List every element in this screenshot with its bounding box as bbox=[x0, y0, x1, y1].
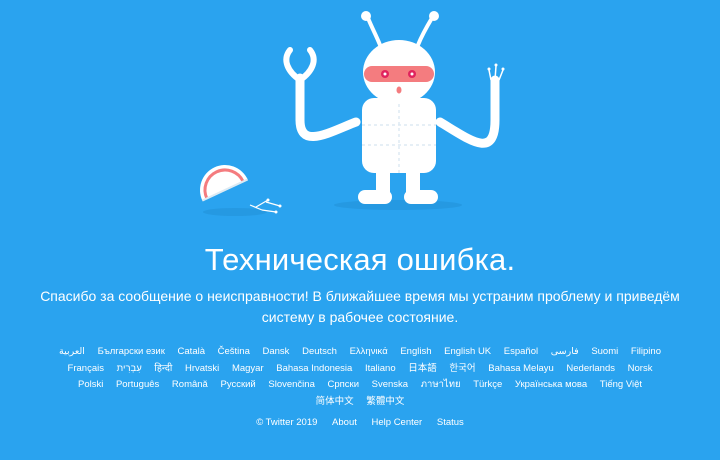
language-link-german[interactable]: Deutsch bbox=[302, 346, 337, 357]
error-message: Спасибо за сообщение о неисправности! В … bbox=[0, 286, 720, 328]
language-link-korean[interactable]: 한국어 bbox=[449, 363, 475, 374]
language-link-italian[interactable]: Italiano bbox=[365, 363, 396, 374]
language-link-greek[interactable]: Ελληνικά bbox=[350, 346, 388, 357]
language-link-catalan[interactable]: Català bbox=[178, 346, 205, 357]
language-link-swedish[interactable]: Svenska bbox=[372, 379, 408, 390]
language-link-hebrew[interactable]: עִבְרִית bbox=[117, 363, 142, 374]
language-link-serbian[interactable]: Српски bbox=[328, 379, 360, 390]
language-list: العربية Български език Català Čeština Da… bbox=[0, 344, 720, 410]
language-link-russian[interactable]: Русский bbox=[220, 379, 255, 390]
language-link-czech[interactable]: Čeština bbox=[218, 346, 250, 357]
language-link-malay[interactable]: Bahasa Melayu bbox=[488, 363, 553, 374]
error-page: Техническая ошибка. Спасибо за сообщение… bbox=[0, 0, 720, 460]
language-row-4: 简体中文 繁體中文 bbox=[0, 394, 720, 411]
broken-robot-illustration bbox=[200, 11, 505, 216]
language-link-hindi[interactable]: हिन्दी bbox=[154, 363, 172, 374]
status-link[interactable]: Status bbox=[437, 417, 464, 428]
language-link-chinese-simplified[interactable]: 简体中文 bbox=[316, 396, 354, 407]
language-row-3: Polski Português Română Русский Slovenči… bbox=[0, 377, 720, 394]
error-message-line-2: систему в рабочее состояние. bbox=[261, 309, 459, 325]
language-link-english-uk[interactable]: English UK bbox=[444, 346, 491, 357]
language-link-norwegian[interactable]: Norsk bbox=[628, 363, 653, 374]
language-link-dutch[interactable]: Nederlands bbox=[566, 363, 615, 374]
language-link-bulgarian[interactable]: Български език bbox=[98, 346, 165, 357]
language-link-finnish[interactable]: Suomi bbox=[591, 346, 618, 357]
language-link-portuguese[interactable]: Português bbox=[116, 379, 159, 390]
language-link-english[interactable]: English bbox=[400, 346, 431, 357]
language-link-arabic[interactable]: العربية bbox=[59, 346, 85, 357]
error-message-line-1: Спасибо за сообщение о неисправности! В … bbox=[40, 288, 680, 304]
page-title: Техническая ошибка. bbox=[204, 242, 516, 277]
language-link-chinese-traditional[interactable]: 繁體中文 bbox=[366, 396, 404, 407]
language-link-filipino[interactable]: Filipino bbox=[631, 346, 661, 357]
about-link[interactable]: About bbox=[332, 417, 357, 428]
language-link-hungarian[interactable]: Magyar bbox=[232, 363, 264, 374]
language-link-vietnamese[interactable]: Tiếng Việt bbox=[600, 379, 642, 390]
copyright-text: © Twitter 2019 bbox=[256, 417, 318, 428]
language-link-ukrainian[interactable]: Українська мова bbox=[515, 379, 587, 390]
language-link-persian[interactable]: فارسی bbox=[551, 346, 579, 357]
language-link-spanish[interactable]: Español bbox=[504, 346, 538, 357]
language-link-french[interactable]: Français bbox=[68, 363, 104, 374]
language-row-1: العربية Български език Català Čeština Da… bbox=[0, 344, 720, 361]
language-link-romanian[interactable]: Română bbox=[172, 379, 208, 390]
language-link-polish[interactable]: Polski bbox=[78, 379, 103, 390]
footer: © Twitter 2019 About Help Center Status bbox=[0, 416, 720, 430]
language-link-danish[interactable]: Dansk bbox=[263, 346, 290, 357]
language-link-thai[interactable]: ภาษาไทย bbox=[421, 379, 461, 390]
help-center-link[interactable]: Help Center bbox=[372, 417, 423, 428]
language-link-slovak[interactable]: Slovenčina bbox=[268, 379, 314, 390]
language-link-turkish[interactable]: Türkçe bbox=[473, 379, 502, 390]
language-link-croatian[interactable]: Hrvatski bbox=[185, 363, 219, 374]
language-link-indonesian[interactable]: Bahasa Indonesia bbox=[276, 363, 352, 374]
language-row-2: Français עִבְרִית हिन्दी Hrvatski Magyar… bbox=[0, 361, 720, 378]
language-link-japanese[interactable]: 日本語 bbox=[408, 363, 437, 374]
